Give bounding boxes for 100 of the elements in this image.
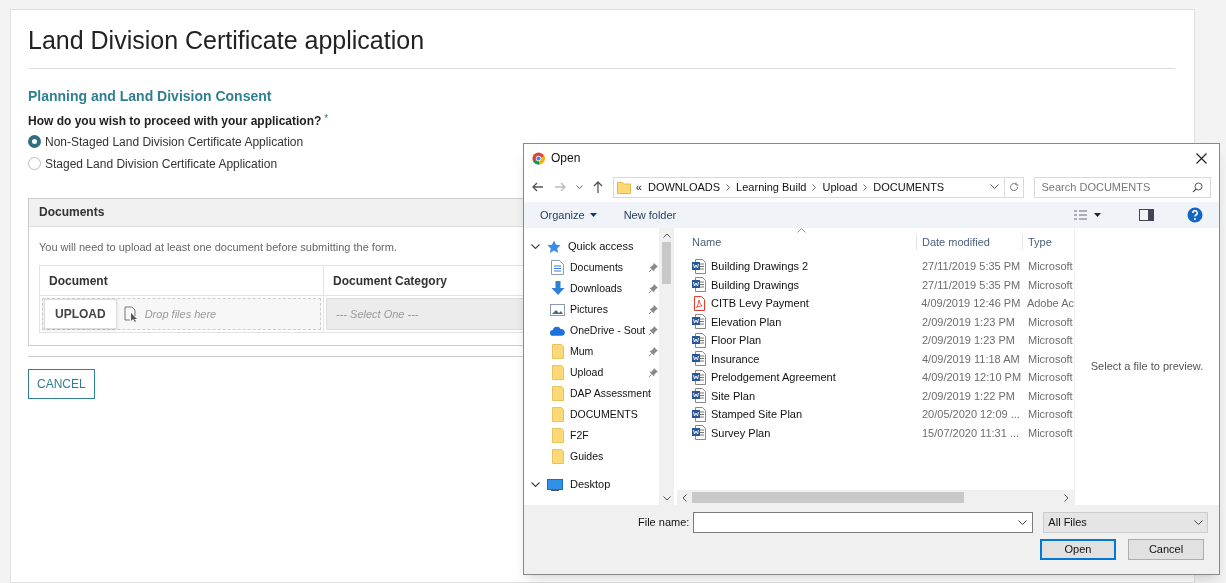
nav-item[interactable]: Documents xyxy=(570,259,624,276)
scroll-left-icon[interactable] xyxy=(682,493,687,502)
folder-icon xyxy=(551,386,564,401)
option-label[interactable]: Non-Staged Land Division Certificate Application xyxy=(45,132,304,151)
scroll-thumb[interactable] xyxy=(662,242,671,284)
chevron-down-icon[interactable] xyxy=(989,184,999,190)
file-date: 2/09/2019 1:23 PM xyxy=(921,333,1016,348)
nav-item[interactable]: Pictures xyxy=(570,301,608,318)
search-field[interactable]: Search DOCUMENTS xyxy=(1033,176,1211,198)
scrollbar[interactable] xyxy=(659,228,674,505)
file-type: Microsoft xyxy=(1027,351,1073,367)
file-name[interactable]: Site Plan xyxy=(711,387,756,404)
file-name[interactable]: Elevation Plan xyxy=(711,313,782,330)
column-header: Document Category xyxy=(333,272,448,290)
address-bar[interactable]: « DOWNLOADS Learning Build Upload DOCUMENTS xyxy=(612,176,1024,198)
chevron-down-icon[interactable] xyxy=(575,184,583,190)
file-name[interactable]: Building Drawings 2 xyxy=(711,258,809,275)
option-label[interactable]: Staged Land Division Certificate Application xyxy=(45,154,278,173)
chevron-down-icon xyxy=(1194,519,1204,526)
file-date: 4/09/2019 11:18 AM xyxy=(921,351,1021,367)
nav-item[interactable]: F2F xyxy=(570,427,589,444)
word-document-icon xyxy=(692,406,706,422)
nav-item[interactable]: DOCUMENTS xyxy=(570,406,638,423)
scroll-down-icon[interactable] xyxy=(662,496,671,501)
close-icon[interactable] xyxy=(1196,152,1207,164)
radio-button[interactable] xyxy=(28,157,41,170)
document-icon xyxy=(551,260,564,275)
open-button[interactable]: Open xyxy=(1040,539,1116,560)
file-name-field[interactable] xyxy=(693,512,1034,533)
folder-icon xyxy=(551,428,564,443)
path-segment[interactable]: DOCUMENTS xyxy=(873,178,945,196)
refresh-icon[interactable] xyxy=(1008,182,1019,192)
file-name-label: File name: xyxy=(638,515,690,531)
file-date: 4/09/2019 12:46 PM xyxy=(920,296,1022,311)
word-document-icon xyxy=(692,425,706,441)
column-header[interactable]: Date modified xyxy=(917,233,1023,250)
picture-icon xyxy=(550,303,565,316)
file-name[interactable]: Prelodgement Agreement xyxy=(711,369,836,386)
file-date: 27/11/2019 5:35 PM xyxy=(921,259,1022,274)
back-arrow-icon[interactable] xyxy=(532,182,544,192)
file-name[interactable]: Stamped Site Plan xyxy=(711,406,803,423)
up-arrow-icon[interactable] xyxy=(592,181,603,193)
nav-item[interactable]: Guides xyxy=(570,448,604,465)
file-type: Microsoft xyxy=(1027,407,1073,422)
chevron-right-icon xyxy=(726,183,731,191)
file-type: Microsoft xyxy=(1027,314,1073,330)
help-icon[interactable] xyxy=(1187,207,1203,223)
nav-item[interactable]: Desktop xyxy=(570,476,611,493)
new-folder-button[interactable]: New folder xyxy=(623,206,677,224)
pdf-document-icon xyxy=(692,295,706,311)
file-name[interactable]: CITB Levy Payment xyxy=(711,295,809,312)
word-document-icon xyxy=(692,277,706,293)
nav-item[interactable]: Upload xyxy=(570,364,604,381)
folder-icon xyxy=(551,365,564,380)
file-date: 20/05/2020 12:09 ... xyxy=(921,407,1021,422)
folder-icon xyxy=(551,344,564,359)
file-type: Adobe Ac xyxy=(1025,296,1074,311)
nav-item[interactable]: Mum xyxy=(570,343,594,360)
chevron-right-icon xyxy=(863,183,868,191)
search-icon xyxy=(1192,181,1203,193)
path-segment[interactable]: Learning Build xyxy=(736,178,807,196)
nav-item[interactable]: Quick access xyxy=(568,238,634,255)
nav-item[interactable]: OneDrive - Sout xyxy=(570,322,646,339)
view-options-icon[interactable] xyxy=(1074,210,1102,220)
cancel-button[interactable]: CANCEL xyxy=(28,368,95,399)
word-document-icon xyxy=(692,314,706,330)
nav-item[interactable]: Downloads xyxy=(570,280,622,297)
drop-zone[interactable]: UPLOAD Drop files here xyxy=(42,298,321,330)
star-icon xyxy=(547,239,561,254)
chevron-down-icon[interactable] xyxy=(531,243,540,250)
upload-button[interactable]: UPLOAD xyxy=(44,299,117,329)
file-drop-icon xyxy=(123,306,138,322)
folder-icon xyxy=(616,180,631,194)
file-type: Microsoft xyxy=(1027,259,1073,274)
word-document-icon xyxy=(692,351,706,367)
nav-item[interactable]: DAP Assessment xyxy=(570,385,651,402)
chevron-down-icon xyxy=(1018,519,1028,526)
sort-caret-icon xyxy=(797,228,806,233)
file-type-select[interactable]: All Files xyxy=(1043,512,1209,533)
file-name[interactable]: Survey Plan xyxy=(711,424,771,441)
radio-button[interactable] xyxy=(28,135,41,148)
path-segment[interactable]: DOWNLOADS xyxy=(648,178,721,196)
overflow-chevron[interactable]: « xyxy=(635,178,642,196)
horizontal-scrollbar[interactable] xyxy=(677,490,1074,505)
file-name[interactable]: Building Drawings xyxy=(711,276,800,293)
path-segment[interactable]: Upload xyxy=(822,178,858,196)
preview-pane-icon[interactable] xyxy=(1139,209,1154,221)
cancel-button[interactable]: Cancel xyxy=(1128,539,1204,560)
organize-menu[interactable]: Organize xyxy=(540,206,597,224)
column-header[interactable]: Type xyxy=(1023,233,1052,250)
scroll-right-icon[interactable] xyxy=(1064,493,1069,502)
chevron-down-icon[interactable] xyxy=(531,481,540,488)
column-header[interactable]: Name xyxy=(677,233,917,250)
preview-message: Select a file to preview. xyxy=(1090,359,1204,375)
file-name[interactable]: Insurance xyxy=(711,350,760,367)
file-type: Microsoft xyxy=(1027,333,1073,348)
scroll-thumb[interactable] xyxy=(692,492,964,503)
file-name[interactable]: Floor Plan xyxy=(711,332,762,349)
word-document-icon xyxy=(692,369,706,385)
scroll-up-icon[interactable] xyxy=(662,233,671,238)
